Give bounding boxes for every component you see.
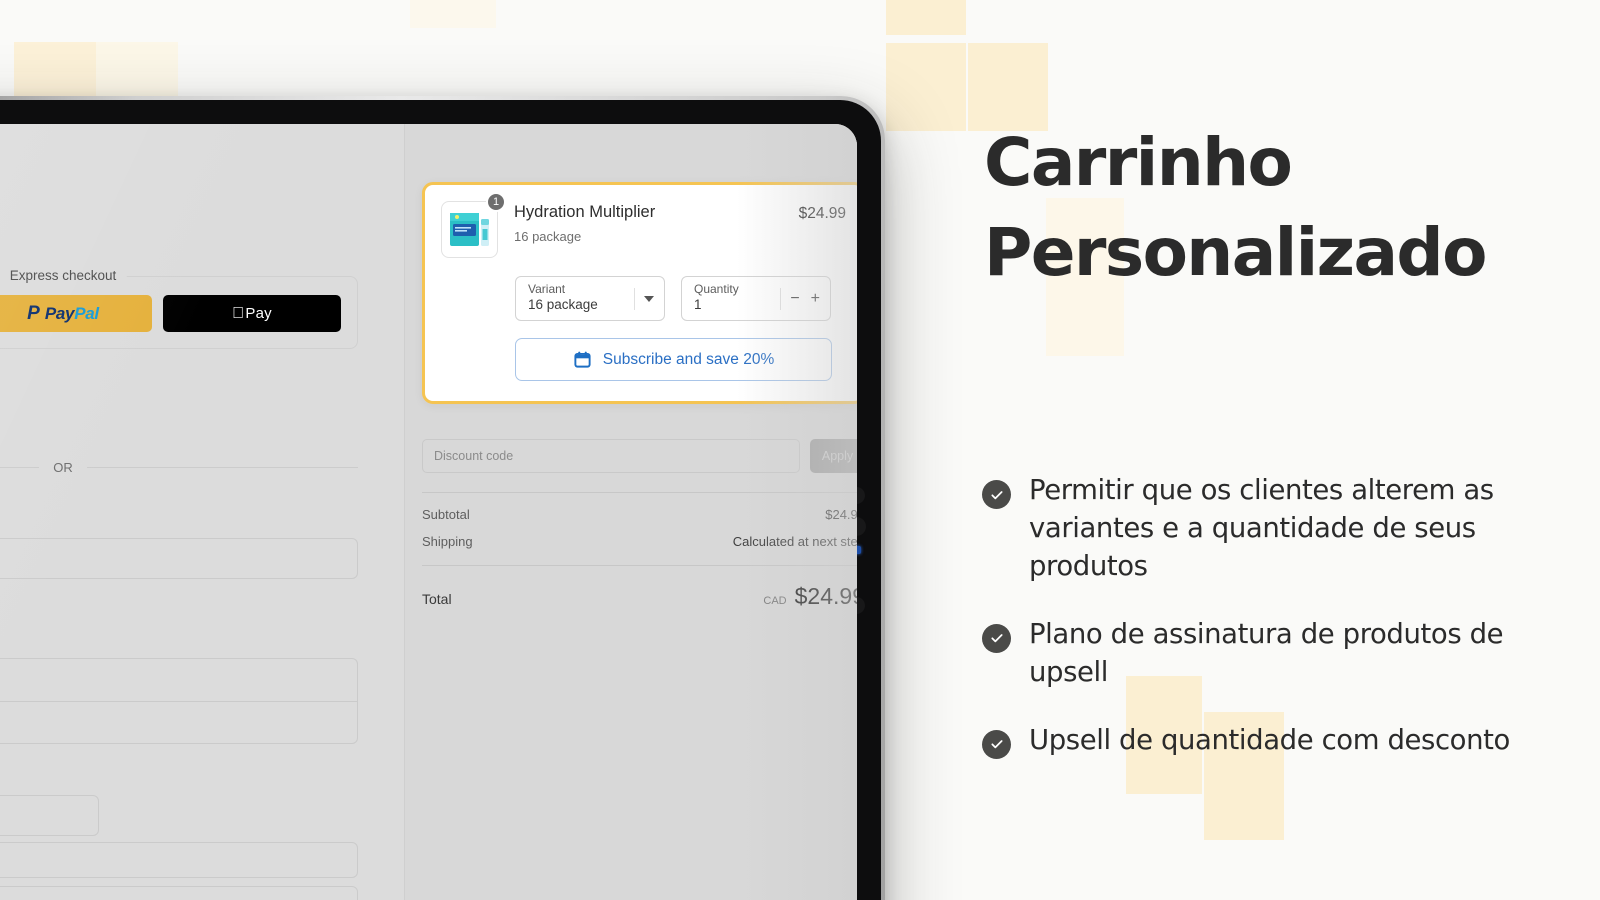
order-summary-column: 1 Hydration Multiplier 16 package $24.99: [405, 124, 857, 900]
or-label: OR: [53, 460, 73, 475]
decor-block-top-right-a: [886, 0, 966, 35]
checkout-form-column: Shipping › Payment Express checkout P Pa…: [0, 124, 404, 900]
country-field[interactable]: [0, 658, 358, 701]
feature-text: Upsell de quantidade com desconto: [1029, 723, 1510, 756]
total-amount: $24.99: [794, 583, 857, 609]
shipping-label: Shipping: [422, 534, 473, 549]
variant-value: 16 package: [528, 296, 598, 312]
checkout-page: Shipping › Payment Express checkout P Pa…: [0, 124, 857, 900]
address-line-field[interactable]: [0, 842, 358, 878]
feature-text: Permitir que os clientes alterem as vari…: [1029, 474, 1494, 582]
cart-controls-row: Variant 16 package Quantity 1 − +: [441, 276, 846, 321]
check-circle-icon: [982, 729, 1011, 759]
currency-code: CAD: [763, 595, 787, 607]
paypal-button[interactable]: P PayPal: [0, 295, 152, 332]
decor-block-top-right-b: [886, 43, 966, 131]
table-row: Subtotal $24.99: [422, 507, 857, 522]
divider-line-left: [0, 467, 40, 468]
control-separator: [780, 287, 782, 310]
feature-list: Permitir que os clientes alterem as vari…: [982, 472, 1582, 790]
promo-panel: Carrinho Personalizado Permitir que os c…: [960, 0, 1600, 900]
headline-line-2: Personalizado: [984, 213, 1487, 291]
discount-row: Discount code Apply: [422, 439, 857, 473]
variant-label: Variant: [528, 282, 566, 297]
order-totals: Subtotal $24.99 Shipping Calculated at n…: [422, 492, 857, 610]
shipping-value: Calculated at next step: [732, 534, 857, 549]
subscribe-and-save-button[interactable]: Subscribe and save 20%: [515, 338, 832, 381]
express-checkout-section: Express checkout P PayPal  Pay: [0, 268, 358, 349]
address-field[interactable]: [0, 701, 358, 744]
quantity-increment-button[interactable]: +: [811, 290, 820, 308]
product-variant-label: 16 package: [514, 228, 582, 244]
quantity-value: 1: [694, 296, 702, 312]
control-separator: [634, 287, 635, 310]
feature-text: Plano de assinatura de produtos de upsel…: [1029, 617, 1504, 688]
device-screen: Shipping › Payment Express checkout P Pa…: [0, 124, 857, 900]
cart-item-card: 1 Hydration Multiplier 16 package $24.99: [422, 182, 857, 404]
cart-item-info: Hydration Multiplier 16 package: [514, 201, 783, 244]
table-row: Shipping Calculated at next step: [422, 534, 857, 549]
subtotal-label: Subtotal: [422, 507, 470, 522]
quantity-decrement-button[interactable]: −: [790, 290, 799, 308]
headline-line-1: Carrinho: [984, 124, 1293, 201]
product-title: Hydration Multiplier: [514, 203, 656, 221]
check-circle-icon: [982, 623, 1011, 653]
payment-buttons-row: P PayPal  Pay: [0, 295, 341, 332]
discount-placeholder: Discount code: [434, 449, 514, 463]
quantity-stepper[interactable]: Quantity 1 − +: [681, 276, 831, 321]
apply-discount-button[interactable]: Apply: [810, 439, 857, 473]
totals-rows: Subtotal $24.99 Shipping Calculated at n…: [422, 493, 857, 565]
decor-block-top-center: [410, 0, 496, 28]
discount-code-input[interactable]: Discount code: [422, 439, 800, 473]
decor-block-top-left-a: [14, 42, 96, 99]
grand-total-row: Total CAD $24.99: [422, 566, 857, 610]
check-circle-icon: [982, 480, 1011, 509]
last-name-field[interactable]: Last name: [0, 795, 99, 836]
or-divider: OR: [0, 460, 358, 475]
chevron-down-icon[interactable]: [644, 295, 654, 302]
subscribe-button-label: Subscribe and save 20%: [602, 350, 775, 368]
variant-select[interactable]: Variant 16 package: [515, 276, 665, 321]
list-item: Upsell de quantidade com desconto: [982, 722, 1582, 760]
divider-line-right: [86, 467, 358, 468]
quantity-label: Quantity: [694, 282, 739, 297]
device-bezel: Shipping › Payment Express checkout P Pa…: [0, 100, 881, 900]
product-price: $24.99: [798, 205, 846, 222]
email-field[interactable]: [0, 538, 358, 579]
apple-logo-icon: : [232, 305, 244, 323]
paypal-label: PayPal: [44, 303, 99, 323]
grand-total-right: CAD $24.99: [763, 583, 857, 610]
decor-block-top-left-b: [96, 42, 178, 99]
list-item: Plano de assinatura de produtos de upsel…: [982, 616, 1582, 692]
paypal-logo-icon: P: [27, 302, 40, 324]
express-checkout-box: Express checkout P PayPal  Pay: [0, 268, 358, 349]
stepper-buttons: − +: [790, 290, 820, 308]
cart-item-row: 1 Hydration Multiplier 16 package $24.99: [441, 192, 846, 258]
apple-pay-button[interactable]:  Pay: [163, 295, 341, 332]
total-label: Total: [422, 591, 452, 607]
apartment-field[interactable]: (optional): [0, 886, 358, 900]
apple-pay-label: Pay: [239, 305, 271, 322]
calendar-icon: [574, 351, 591, 368]
product-thumbnail-wrap: 1: [441, 192, 506, 258]
express-checkout-title: Express checkout: [0, 268, 127, 283]
product-image-icon: [450, 213, 489, 246]
page-title: Carrinho Personalizado: [984, 118, 1584, 298]
list-item: Permitir que os clientes alterem as vari…: [982, 472, 1582, 586]
tablet-device: Shipping › Payment Express checkout P Pa…: [0, 96, 885, 900]
subtotal-value: $24.99: [825, 507, 857, 522]
quantity-badge: 1: [486, 192, 506, 212]
